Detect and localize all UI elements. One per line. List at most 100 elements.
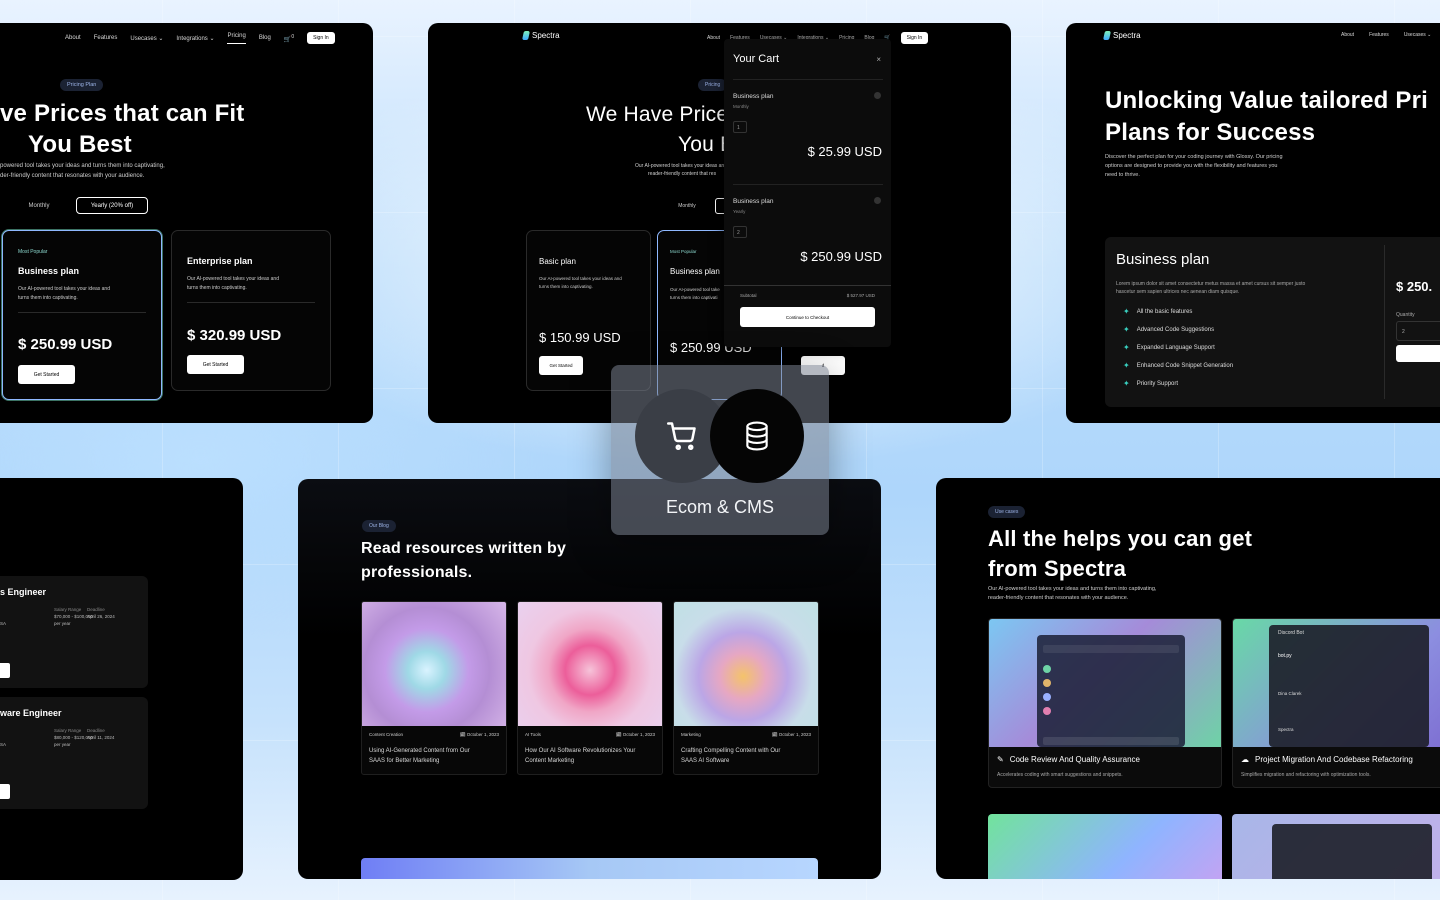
quantity-label: Quantity bbox=[1396, 312, 1415, 318]
cart-screenshot-card: Spectra About Features Usecases ⌄ Integr… bbox=[428, 23, 1011, 423]
business-plan-panel: Business plan Lorem ipsum dolor sit amet… bbox=[1105, 237, 1440, 407]
job-location: SA bbox=[0, 621, 7, 626]
pricing-title-line1: We Have Price bbox=[586, 103, 729, 126]
feature-item: ✦ Advanced Code Suggestions bbox=[1123, 325, 1215, 334]
quantity-input[interactable]: 2 bbox=[1396, 321, 1440, 341]
business-title-line2: Plans for Success bbox=[1105, 119, 1316, 146]
plan-name: Basic plan bbox=[539, 257, 576, 266]
top-nav: About Features Usecases ⌄ bbox=[1341, 32, 1431, 38]
plan-price: $ 150.99 USD bbox=[539, 330, 621, 345]
sign-in-button[interactable]: Sign In bbox=[307, 32, 335, 44]
cart-item-period: Monthly bbox=[733, 104, 749, 109]
post-date: 🗓 October 1, 2023 bbox=[771, 732, 811, 737]
ecom-cms-overlay: Ecom & CMS bbox=[611, 365, 829, 535]
plan-description: Our AI-powered tool take turns them into … bbox=[670, 287, 720, 300]
post-category: AI Tools bbox=[525, 732, 541, 737]
add-to-cart-button[interactable] bbox=[1396, 345, 1440, 362]
sparkle-icon: ✦ bbox=[1123, 325, 1130, 334]
nav-blog[interactable]: Blog bbox=[259, 35, 271, 41]
nav-about[interactable]: About bbox=[707, 35, 720, 41]
job-card: ware Engineer SA Salary Range $80,000 - … bbox=[0, 697, 148, 809]
remove-item-icon[interactable] bbox=[874, 197, 881, 204]
remove-item-icon[interactable] bbox=[874, 92, 881, 99]
job-deadline: Deadline April 11, 2024 bbox=[87, 728, 115, 741]
feature-description: Accelerates coding with smart suggestion… bbox=[997, 772, 1123, 778]
cart-title: Your Cart bbox=[733, 53, 780, 65]
cart-icon bbox=[667, 422, 696, 450]
cloud-icon: ☁ bbox=[1241, 755, 1249, 764]
subtotal-label: Subtotal bbox=[740, 293, 757, 298]
nav-about[interactable]: About bbox=[65, 35, 81, 41]
plan-description: Our AI-powered tool takes your ideas and… bbox=[539, 276, 622, 289]
most-popular-badge: Most Popular bbox=[670, 249, 697, 254]
cart-item-name: Business plan bbox=[733, 198, 774, 205]
plan-description: Our AI-powered tool takes your ideas and… bbox=[18, 286, 110, 301]
usecases-pill: Use cases bbox=[988, 506, 1026, 518]
toggle-monthly[interactable]: Monthly bbox=[14, 197, 64, 214]
blog-post-card[interactable]: AI Tools 🗓 October 1, 2023 How Our AI Sof… bbox=[517, 601, 663, 775]
feature-title: ☁ Project Migration And Codebase Refactor… bbox=[1241, 755, 1413, 764]
sparkle-icon: ✦ bbox=[1123, 343, 1130, 352]
blog-post-card[interactable]: Content Creation 🗓 October 1, 2023 Using … bbox=[361, 601, 507, 775]
database-icon-circle bbox=[710, 389, 804, 483]
feature-item: ✦ Priority Support bbox=[1123, 379, 1179, 388]
toggle-monthly[interactable]: Monthly bbox=[668, 198, 706, 214]
quantity-input[interactable]: 1 bbox=[733, 121, 747, 133]
overlay-label: Ecom & CMS bbox=[665, 497, 775, 517]
job-card: s Engineer SA Salary Range $70,000 - $10… bbox=[0, 576, 148, 688]
pricing-subtitle: Our AI-powered tool takes your ideas and… bbox=[635, 163, 727, 178]
discord-user: Dina Clarek bbox=[1278, 691, 1302, 696]
database-icon bbox=[746, 421, 768, 451]
cart-icon[interactable]: 🛒0 bbox=[284, 34, 294, 43]
apply-button[interactable] bbox=[0, 663, 10, 678]
apply-button[interactable] bbox=[0, 784, 10, 799]
get-started-button[interactable]: Get Started bbox=[187, 355, 244, 374]
toggle-yearly[interactable]: Yearly (20% off) bbox=[76, 197, 148, 214]
pricing-pill: Pricing bbox=[698, 79, 728, 91]
post-date: 🗓 October 1, 2023 bbox=[459, 732, 499, 737]
usecases-screenshot-card: Use cases All the helps you can get from… bbox=[936, 478, 1440, 879]
blog-pill: Our Blog bbox=[362, 520, 396, 532]
nav-usecases[interactable]: Usecases ⌄ bbox=[1404, 32, 1432, 38]
sparkle-icon: ✦ bbox=[1123, 361, 1130, 370]
blog-title-line1: Read resources written by bbox=[361, 540, 567, 557]
pricing-subtitle: powered tool takes your ideas and turns … bbox=[0, 163, 165, 179]
blog-post-card[interactable]: Marketing 🗓 October 1, 2023 Crafting Comp… bbox=[673, 601, 819, 775]
usecases-title-line2: from Spectra bbox=[988, 556, 1127, 581]
blog-screenshot-card: Our Blog Read resources written by profe… bbox=[298, 479, 881, 879]
spectra-logo: Spectra bbox=[522, 31, 560, 40]
usecases-title-line1: All the helps you can get bbox=[988, 526, 1253, 551]
nav-about[interactable]: About bbox=[1341, 32, 1354, 38]
plan-name: Business plan bbox=[18, 266, 80, 276]
business-title-line1: Unlocking Value tailored Pri bbox=[1105, 87, 1429, 114]
feature-card-image: Discord Bot bot.py Dina Clarek Spectra bbox=[1233, 619, 1440, 747]
nav-pricing[interactable]: Pricing bbox=[227, 33, 246, 44]
nav-integrations[interactable]: Integrations ⌄ bbox=[176, 35, 214, 42]
nav-features[interactable]: Features bbox=[94, 35, 118, 41]
feature-card-code-review[interactable]: ✎ Code Review And Quality Assurance Accel… bbox=[988, 618, 1222, 788]
cart-item-period: Yearly bbox=[733, 209, 746, 214]
pricing-title-line1: ve Prices that can Fit bbox=[0, 100, 245, 127]
blog-title-line2: professionals. bbox=[361, 564, 473, 581]
quantity-input[interactable]: 2 bbox=[733, 226, 747, 238]
nav-usecases[interactable]: Usecases ⌄ bbox=[130, 35, 163, 42]
get-started-button[interactable]: Get Started bbox=[18, 365, 75, 384]
plan-name: Enterprise plan bbox=[187, 256, 253, 266]
plan-description: Our AI-powered tool takes your ideas and… bbox=[187, 276, 279, 291]
continue-to-checkout-button[interactable]: Continue to Checkout bbox=[740, 307, 875, 327]
plan-name: Business plan bbox=[670, 267, 720, 276]
close-icon[interactable]: × bbox=[876, 55, 881, 64]
sparkle-icon: ✦ bbox=[1123, 379, 1130, 388]
cart-item-name: Business plan bbox=[733, 93, 774, 100]
cart-item-price: $ 25.99 USD bbox=[807, 144, 882, 159]
sign-in-button[interactable]: Sign In bbox=[900, 32, 929, 44]
nav-features[interactable]: Features bbox=[1369, 32, 1389, 38]
plan-card-business: Most Popular Business plan Our AI-powere… bbox=[2, 230, 162, 400]
blog-post-image bbox=[362, 602, 506, 726]
spectra-logo: Spectra bbox=[1103, 31, 1141, 40]
feature-card-migration[interactable]: Discord Bot bot.py Dina Clarek Spectra ☁… bbox=[1232, 618, 1440, 788]
feature-item: ✦ Expanded Language Support bbox=[1123, 343, 1215, 352]
feature-item: ✦ Enhanced Code Snippet Generation bbox=[1123, 361, 1234, 370]
job-title: s Engineer bbox=[0, 587, 47, 597]
get-started-button[interactable]: Get Started bbox=[539, 356, 583, 375]
